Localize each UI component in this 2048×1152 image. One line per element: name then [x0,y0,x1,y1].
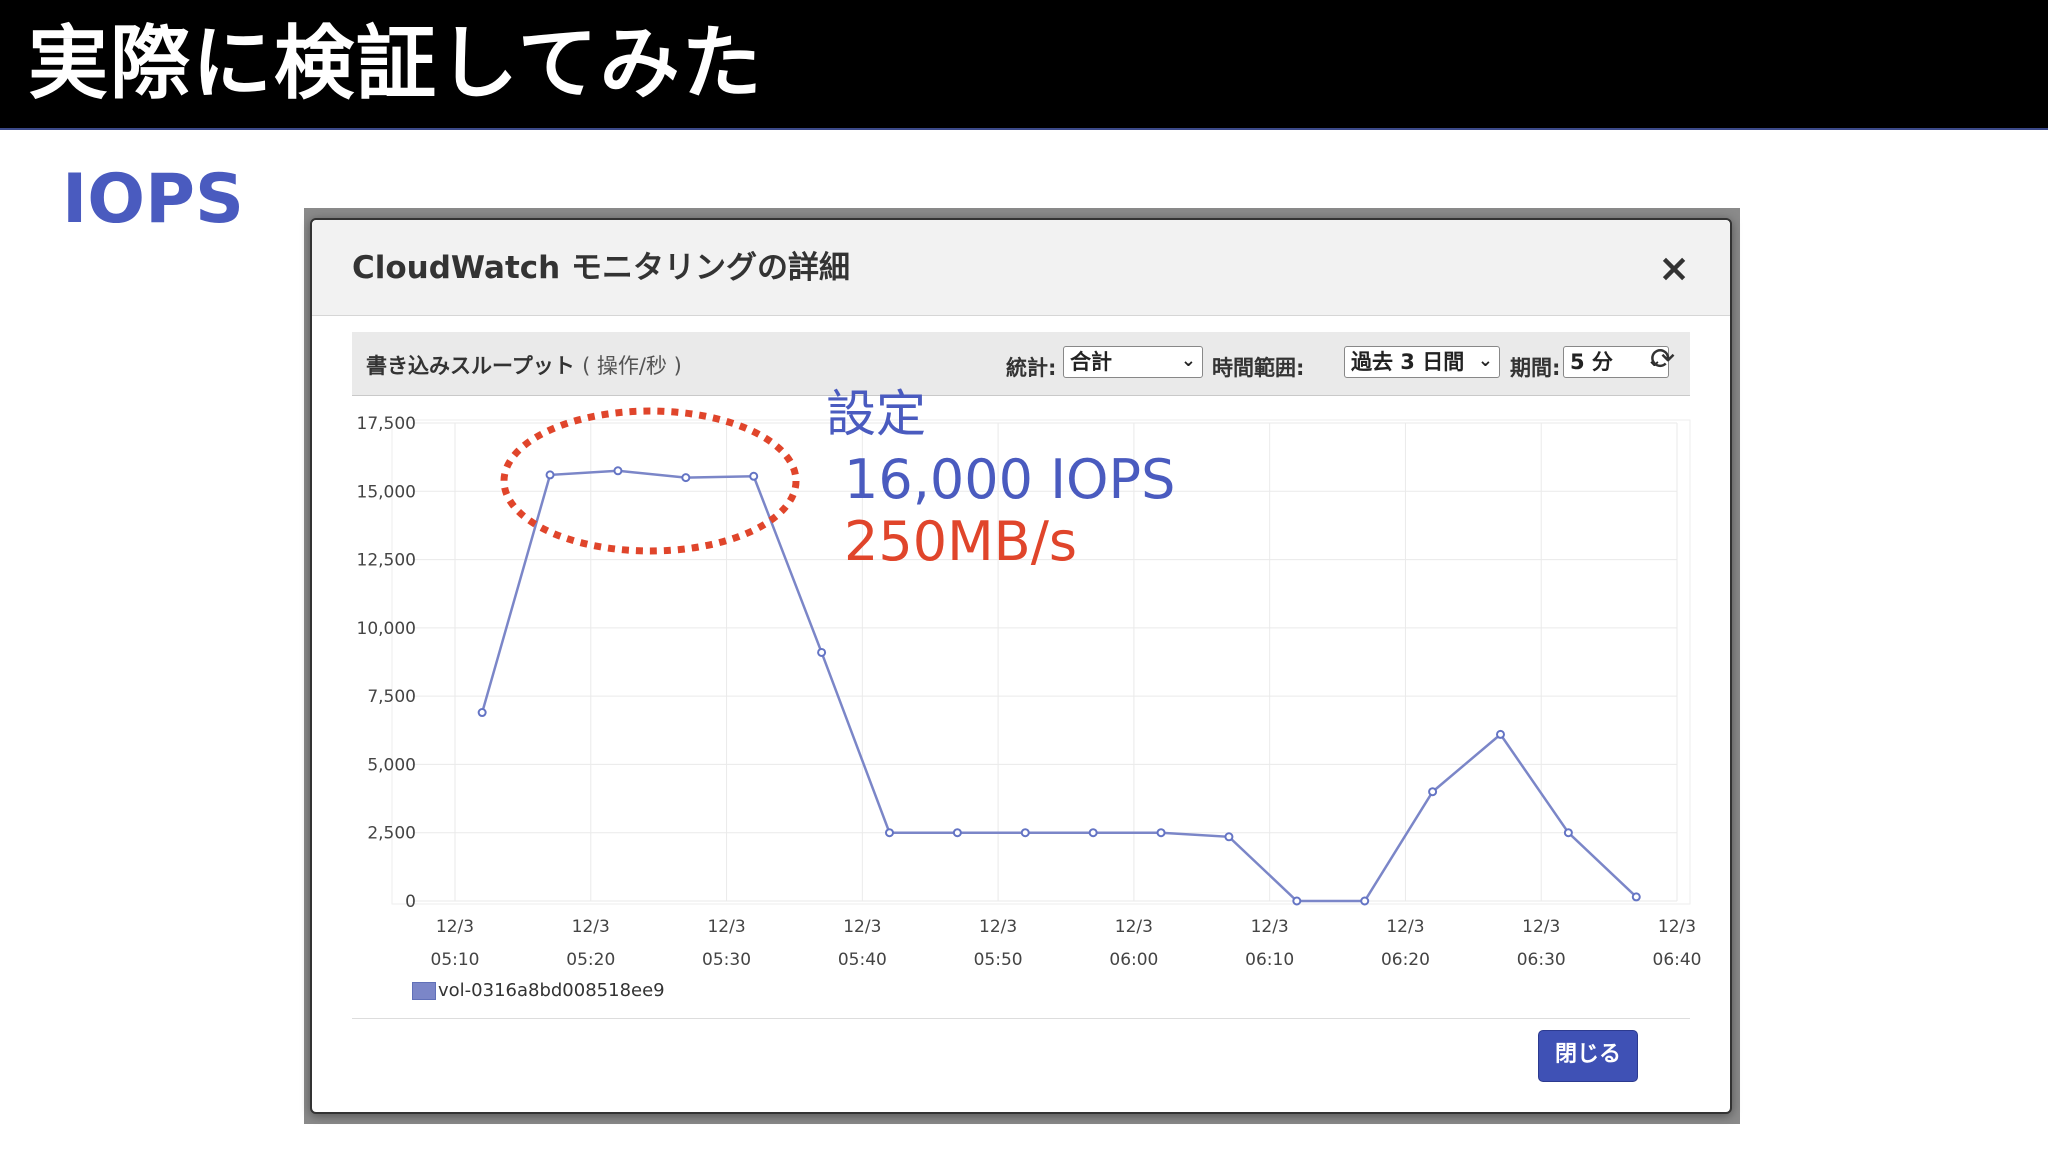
y-tick-label: 5,000 [367,755,416,775]
y-tick-label: 17,500 [357,414,416,434]
x-tick-time: 06:40 [1653,950,1702,970]
data-point [749,471,759,481]
x-tick-date: 12/3 [979,917,1017,937]
y-tick-label: 2,500 [367,824,416,844]
section-label: IOPS [62,160,244,239]
annotation-throughput: 250MB/s [844,510,1078,573]
x-tick-time: 05:10 [431,950,480,970]
data-point [1360,896,1370,906]
footer-divider [352,1018,1690,1019]
chart-legend: vol-0316a8bd008518ee9 [412,980,665,1001]
x-tick-date: 12/3 [1251,917,1289,937]
y-tick-label: 10,000 [357,619,416,639]
data-point [613,466,623,476]
x-tick-date: 12/3 [1658,917,1696,937]
x-tick-time: 06:20 [1381,950,1430,970]
x-tick-date: 12/3 [436,917,474,937]
slide-title-bar: 実際に検証してみた [0,0,2048,130]
x-tick-date: 12/3 [1386,917,1424,937]
y-tick-label: 0 [405,892,416,912]
data-point [1292,896,1302,906]
data-point [817,647,827,657]
data-point [681,473,691,483]
close-button[interactable]: 閉じる [1538,1030,1638,1082]
data-point [1495,729,1505,739]
x-tick-date: 12/3 [572,917,610,937]
data-point [1088,828,1098,838]
x-tick-date: 12/3 [1522,917,1560,937]
data-point [477,708,487,718]
x-tick-time: 06:10 [1245,950,1294,970]
data-point [1224,832,1234,842]
x-tick-date: 12/3 [707,917,745,937]
data-point [952,828,962,838]
legend-series-name: vol-0316a8bd008518ee9 [438,980,665,1001]
data-point [1631,892,1641,902]
x-tick-time: 05:20 [566,950,615,970]
x-tick-date: 12/3 [1115,917,1153,937]
x-tick-time: 06:00 [1109,950,1158,970]
data-point [1428,787,1438,797]
data-point [1156,828,1166,838]
x-tick-time: 05:40 [838,950,887,970]
legend-swatch [412,982,436,1000]
y-tick-label: 15,000 [357,482,416,502]
x-tick-time: 05:30 [702,950,751,970]
slide-title: 実際に検証してみた [28,17,764,110]
y-tick-label: 7,500 [367,687,416,707]
data-point [884,828,894,838]
x-tick-date: 12/3 [843,917,881,937]
write-throughput-chart: 0 2,500 5,000 7,500 10,000 12,500 15,000 17,500… [357,407,1702,970]
cloudwatch-modal: CloudWatch モニタリングの詳細 × 書き込みスループット ( 操作/秒… [310,218,1732,1114]
annotation-iops: 16,000 IOPS [844,448,1176,511]
x-tick-time: 05:50 [974,950,1023,970]
x-tick-time: 06:30 [1517,950,1566,970]
annotation-setting: 設定 [826,385,926,443]
data-point [545,470,555,480]
y-tick-label: 12,500 [357,551,416,571]
data-point [1563,828,1573,838]
data-point [1020,828,1030,838]
